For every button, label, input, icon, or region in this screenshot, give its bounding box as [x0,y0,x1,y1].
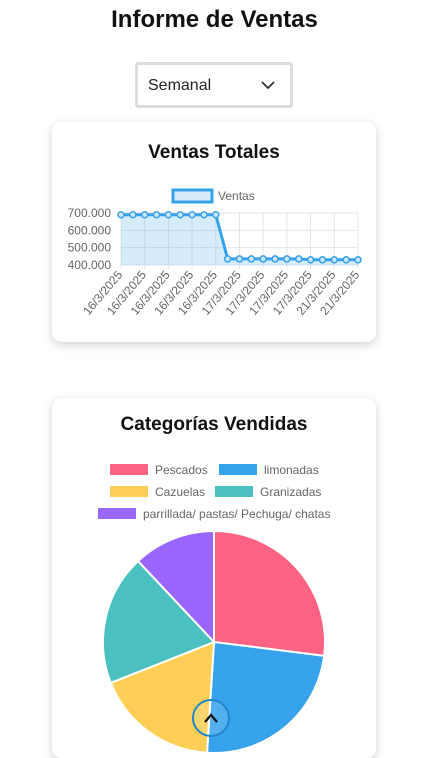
data-point [117,210,125,219]
legend-item: limonadas [219,463,319,477]
scroll-top-button[interactable] [192,699,230,737]
chevron-down-icon [260,77,276,98]
data-point [354,256,362,264]
page-title: Informe de Ventas [111,6,318,33]
data-point [306,256,315,264]
sales-card: Ventas Totales Ventas 700.000 600.000 500.0… [52,122,376,342]
data-point [164,210,173,219]
y-tick-label: 600.000 [68,223,112,237]
legend-item: Pescados [110,463,208,477]
legend-label-ventas: Ventas [218,189,255,203]
legend-swatch [110,464,148,475]
data-point [140,210,149,219]
data-point [176,210,184,219]
data-point [247,255,256,263]
legend-item: Granizadas [215,485,321,499]
y-tick-label: 700.000 [68,206,112,220]
legend-swatch [215,486,253,497]
legend-swatch [98,508,136,519]
data-point [295,255,303,263]
data-point [200,210,208,219]
legend-item: Cazuelas [110,485,205,499]
data-point [330,256,339,264]
data-point [129,210,137,219]
data-point [318,256,327,264]
legend-item-ventas: Ventas [171,188,255,204]
data-point [342,256,350,264]
legend-label: Granizadas [260,485,321,499]
period-select-value: Semanal [148,77,212,94]
data-point [223,255,232,263]
y-tick-label: 400.000 [68,258,112,272]
period-select[interactable]: Semanal [135,62,293,108]
data-point [152,210,161,219]
pie-slice [213,529,326,658]
legend-label: parrillada/ pastas/ Pechuga/ chatas [143,507,330,521]
y-tick-label: 500.000 [68,241,112,255]
pie-slice [205,640,326,754]
sales-line-chart: Ventas700.000600.000500.000400.00016/3/2… [68,188,363,318]
data-point [271,255,279,263]
data-point [212,210,220,219]
data-point [188,210,196,219]
chevron-up-icon [204,713,218,723]
legend-swatch [219,464,257,475]
legend-label: Cazuelas [155,485,205,499]
legend-swatch [110,486,148,497]
data-point [235,255,244,263]
legend-label: Pescados [155,463,208,477]
legend-swatch-ventas [171,188,214,204]
data-point [259,255,267,263]
data-point [283,255,291,263]
legend-item: parrillada/ pastas/ Pechuga/ chatas [98,507,330,521]
legend-label: limonadas [264,463,319,477]
